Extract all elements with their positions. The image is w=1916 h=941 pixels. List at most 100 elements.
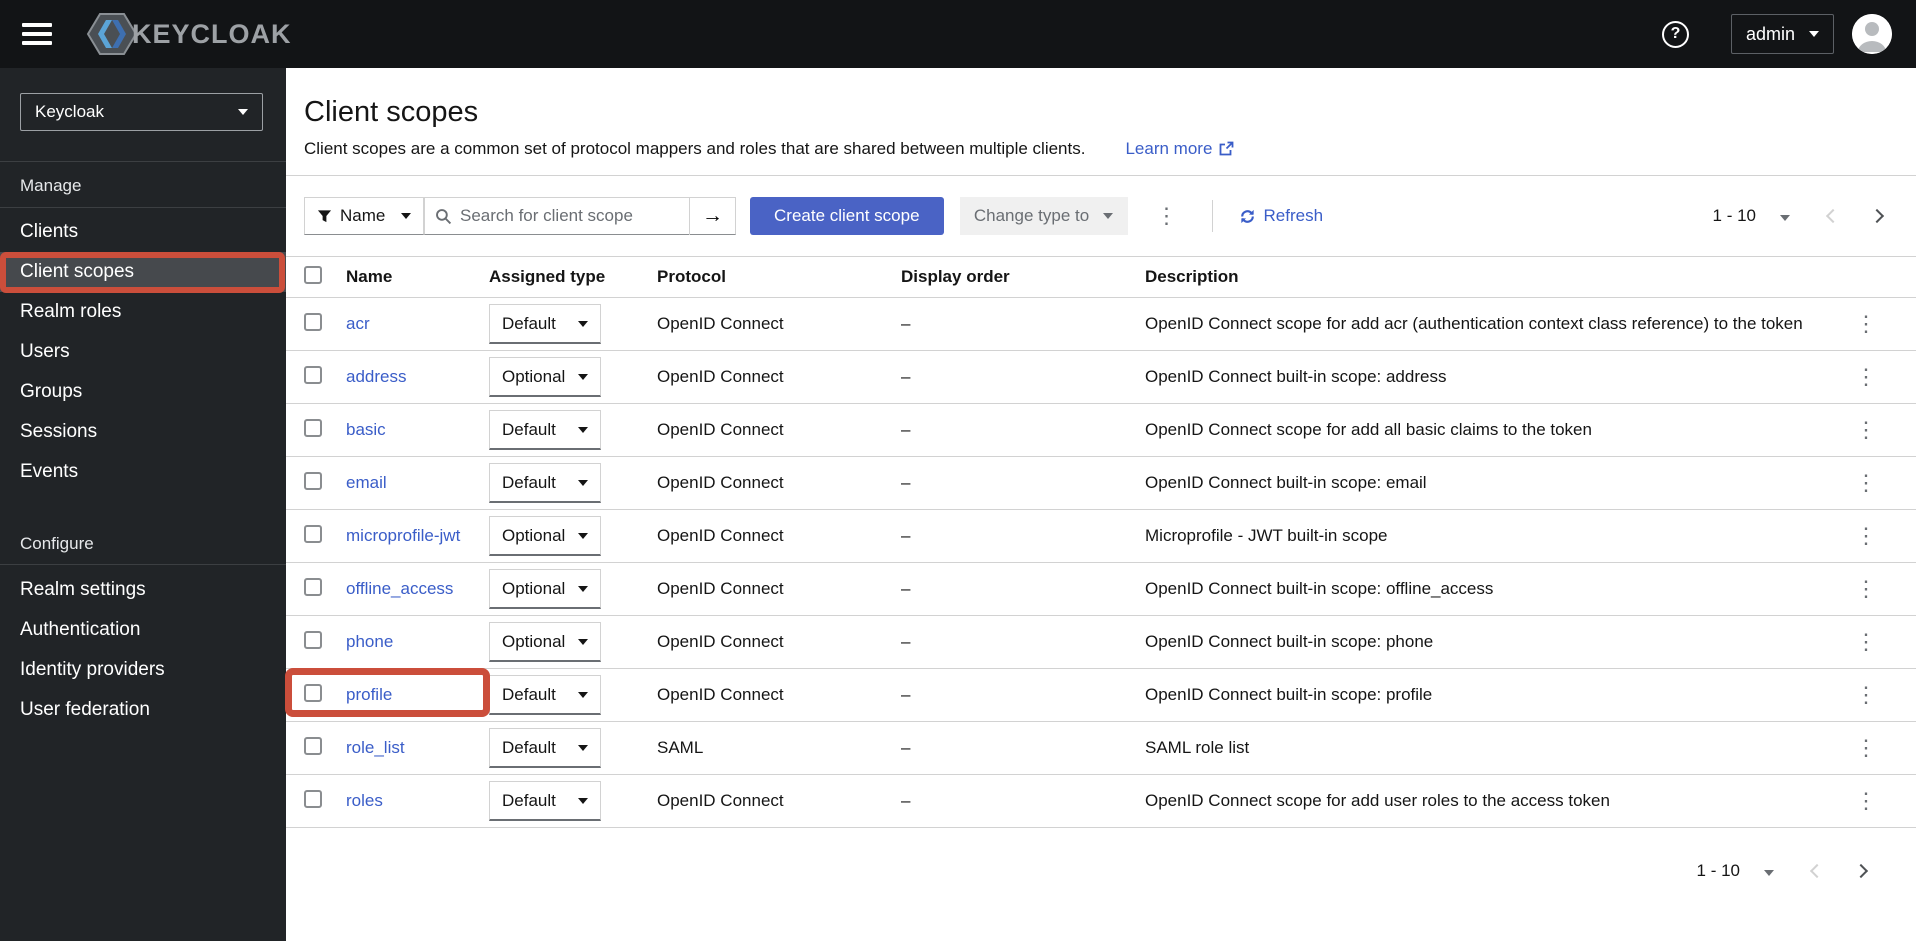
row-checkbox[interactable] [304,683,322,702]
refresh-button[interactable]: Refresh [1239,206,1323,226]
row-kebab-menu[interactable]: ⋮ [1847,468,1885,498]
search-input[interactable] [452,199,689,233]
scope-name-link[interactable]: role_list [346,738,405,757]
scope-name-link[interactable]: offline_access [346,579,453,598]
description-cell: SAML role list [1145,738,1250,757]
row-checkbox[interactable] [304,365,322,384]
protocol-cell: OpenID Connect [657,632,784,651]
create-client-scope-button[interactable]: Create client scope [750,197,944,235]
assigned-type-select[interactable]: Optional [489,516,601,556]
section-title-manage: Manage [20,176,82,195]
table-row-microprofile-jwt: microprofile-jwt Optional OpenID Connect… [286,510,1916,563]
assigned-type-select[interactable]: Optional [489,622,601,662]
scope-name-link[interactable]: basic [346,420,386,439]
scope-name-link[interactable]: address [346,367,406,386]
row-kebab-menu[interactable]: ⋮ [1847,680,1885,710]
sidebar-item-realm-settings[interactable]: Realm settings [0,570,286,610]
display-order-cell: – [901,632,911,651]
row-checkbox[interactable] [304,630,322,649]
pagination-prev-button[interactable] [1808,860,1826,883]
assigned-type-select[interactable]: Optional [489,357,601,397]
realm-selector[interactable]: Keycloak [20,93,263,131]
row-checkbox[interactable] [304,789,322,808]
help-icon[interactable]: ? [1661,20,1689,48]
scope-name-link[interactable]: email [346,473,387,492]
col-name: Name [346,267,393,286]
user-menu-dropdown[interactable]: admin [1730,14,1834,54]
nav-manage: Clients Client scopes Realm roles Users … [0,212,286,492]
search-box: → [424,197,736,235]
filter-column-dropdown[interactable]: Name [304,197,424,235]
assigned-type-select[interactable]: Default [489,728,601,768]
display-order-cell: – [901,367,911,386]
row-kebab-menu[interactable]: ⋮ [1847,733,1885,763]
avatar[interactable] [1852,14,1892,54]
sidebar-item-sessions[interactable]: Sessions [0,412,286,452]
sidebar-item-authentication[interactable]: Authentication [0,610,286,650]
description-cell: OpenID Connect built-in scope: phone [1145,632,1434,651]
display-order-cell: – [901,473,911,492]
row-checkbox[interactable] [304,736,322,755]
row-checkbox[interactable] [304,471,322,490]
sidebar-item-realm-roles[interactable]: Realm roles [0,292,286,332]
description-cell: OpenID Connect built-in scope: address [1145,367,1447,386]
assigned-type-select[interactable]: Default [489,410,601,450]
table-row-address: address Optional OpenID Connect – OpenID… [286,351,1916,404]
table-body: acr Default OpenID Connect – OpenID Conn… [286,298,1916,828]
pagination-per-page-dropdown[interactable] [1760,860,1778,883]
assigned-type-select[interactable]: Default [489,781,601,821]
chevron-down-icon [578,532,588,539]
sidebar-item-client-scopes[interactable]: Client scopes [0,252,286,292]
protocol-cell: OpenID Connect [657,579,784,598]
display-order-cell: – [901,738,911,757]
row-checkbox[interactable] [304,418,322,437]
row-kebab-menu[interactable]: ⋮ [1847,627,1885,657]
row-kebab-menu[interactable]: ⋮ [1847,309,1885,339]
toolbar-kebab-menu[interactable]: ⋮ [1148,201,1186,231]
search-submit-button[interactable]: → [689,197,735,235]
sidebar-item-users[interactable]: Users [0,332,286,372]
sidebar-item-groups[interactable]: Groups [0,372,286,412]
client-scopes-table: Name Assigned type Protocol Display orde… [286,256,1916,828]
chevron-right-icon [1869,208,1885,223]
pagination-prev-button[interactable] [1824,205,1842,228]
row-kebab-menu[interactable]: ⋮ [1847,521,1885,551]
chevron-down-icon [578,479,588,486]
assigned-type-select[interactable]: Default [489,675,601,715]
select-all-checkbox[interactable] [304,265,322,284]
chevron-down-icon [578,744,588,751]
scope-name-link[interactable]: microprofile-jwt [346,526,460,545]
assigned-type-select[interactable]: Default [489,304,601,344]
scope-name-link[interactable]: phone [346,632,393,651]
sidebar-item-user-federation[interactable]: User federation [0,690,286,730]
pagination-next-button[interactable] [1852,860,1870,883]
row-checkbox[interactable] [304,312,322,331]
scope-name-link[interactable]: profile [346,685,392,704]
row-kebab-menu[interactable]: ⋮ [1847,362,1885,392]
pagination-next-button[interactable] [1868,205,1886,228]
description-cell: OpenID Connect built-in scope: email [1145,473,1427,492]
scope-name-link[interactable]: acr [346,314,370,333]
row-kebab-menu[interactable]: ⋮ [1847,574,1885,604]
scope-name-link[interactable]: roles [346,791,383,810]
table-row-roles: roles Default OpenID Connect – OpenID Co… [286,775,1916,828]
external-link-icon [1220,141,1234,156]
pagination-per-page-dropdown[interactable] [1776,205,1794,228]
row-checkbox[interactable] [304,524,322,543]
assigned-type-select[interactable]: Default [489,463,601,503]
row-kebab-menu[interactable]: ⋮ [1847,786,1885,816]
chevron-left-icon [1825,208,1841,223]
chevron-down-icon [578,320,588,327]
sidebar-item-clients[interactable]: Clients [0,212,286,252]
page-description: Client scopes are a common set of protoc… [304,139,1086,158]
row-kebab-menu[interactable]: ⋮ [1847,415,1885,445]
hamburger-menu-icon[interactable] [22,23,52,45]
change-type-dropdown[interactable]: Change type to [959,197,1128,235]
table-row-role_list: role_list Default SAML – SAML role list … [286,722,1916,775]
divider [286,175,1916,176]
learn-more-link[interactable]: Learn more [1125,139,1234,159]
assigned-type-select[interactable]: Optional [489,569,601,609]
sidebar-item-identity-providers[interactable]: Identity providers [0,650,286,690]
row-checkbox[interactable] [304,577,322,596]
sidebar-item-events[interactable]: Events [0,452,286,492]
